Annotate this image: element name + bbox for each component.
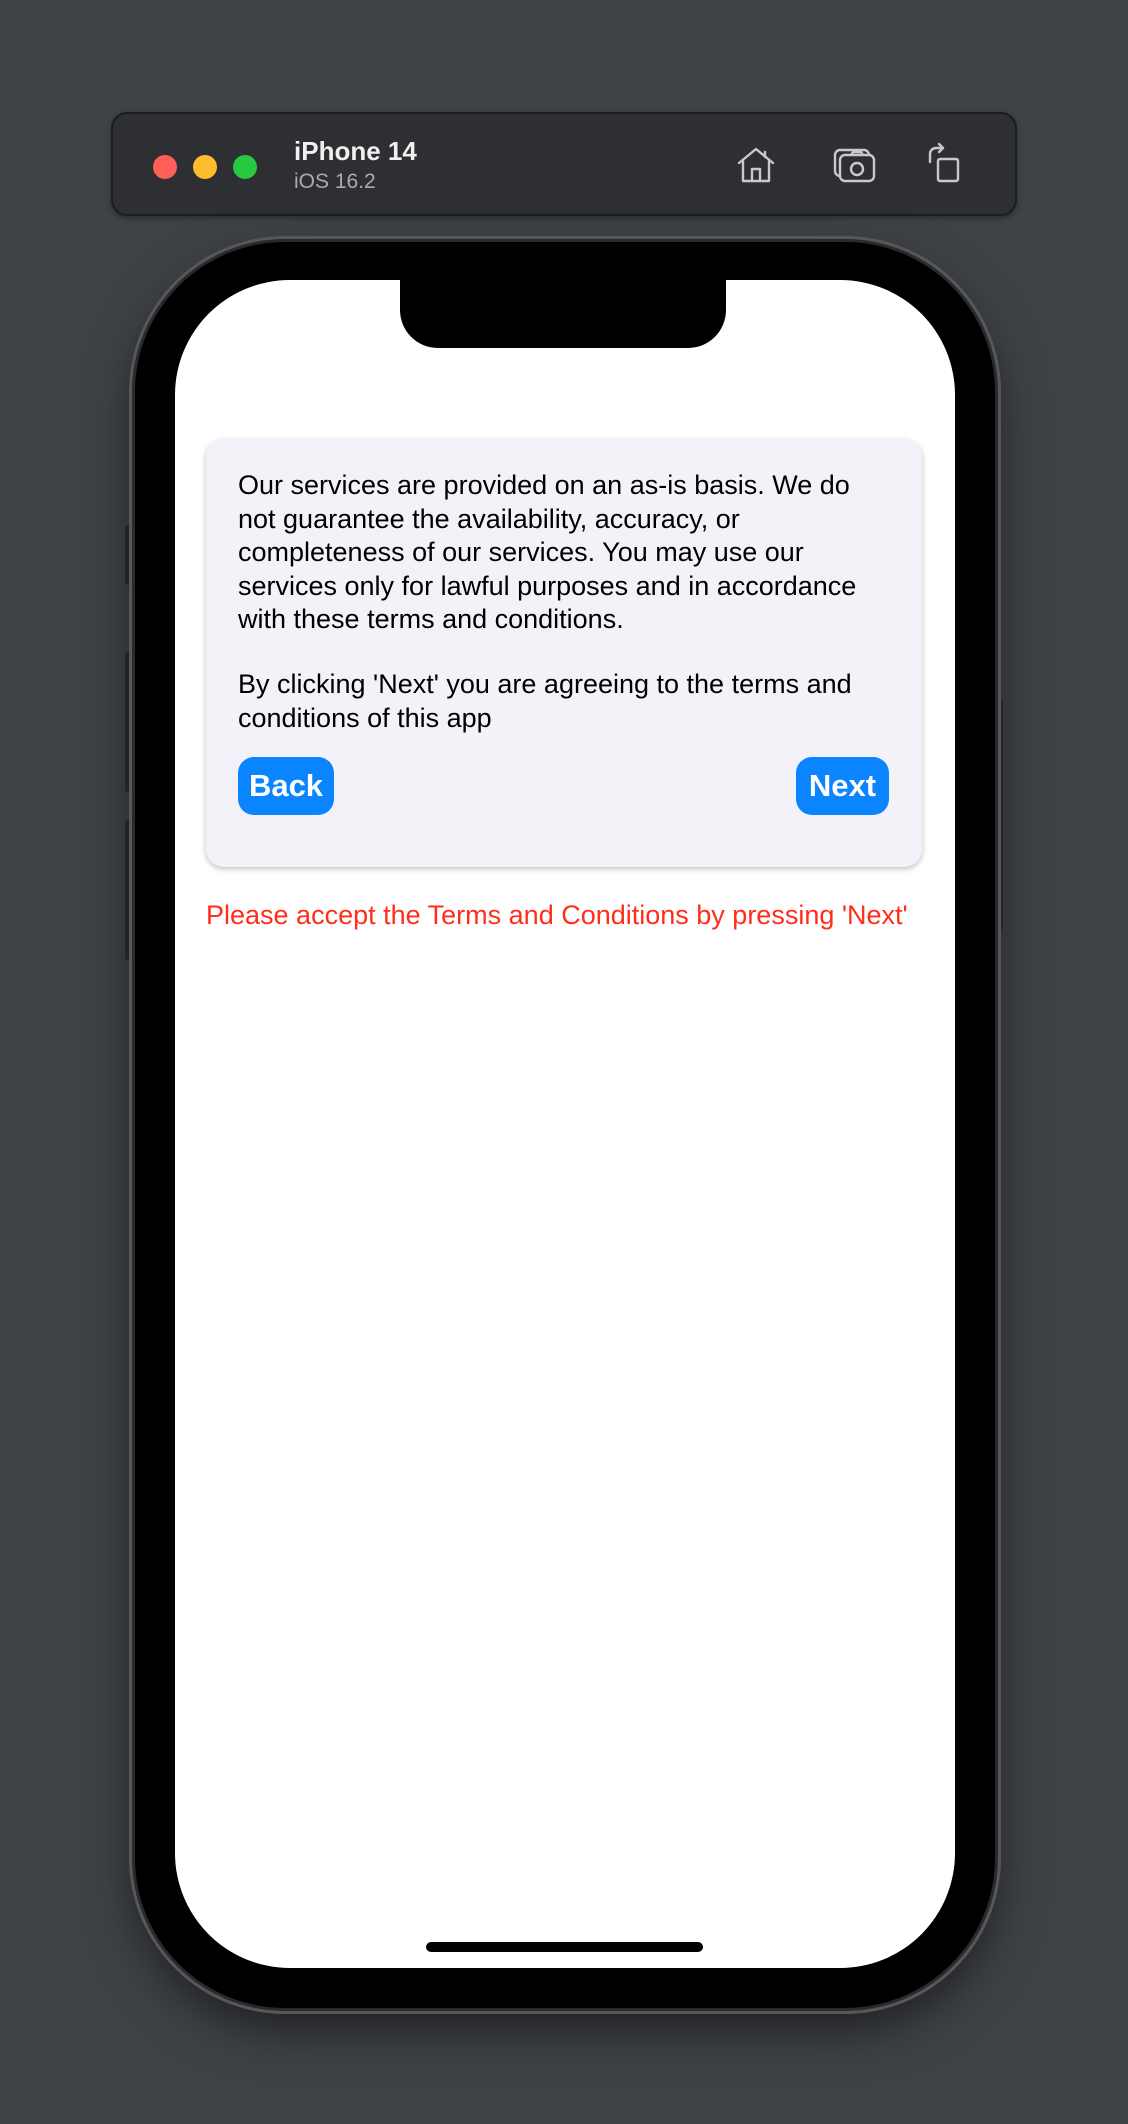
volume-up-button [125,652,133,792]
home-indicator[interactable] [426,1942,703,1952]
mute-switch [125,525,133,585]
terms-agreement-text: By clicking 'Next' you are agreeing to t… [238,669,852,733]
rotate-icon[interactable] [921,142,967,188]
next-button[interactable]: Next [796,757,889,815]
terms-body-text: Our services are provided on an as-is ba… [238,470,857,634]
terms-card: Our services are provided on an as-is ba… [206,439,922,867]
notch [400,270,726,348]
zoom-window-button[interactable] [233,155,257,179]
device-name: iPhone 14 [294,136,417,166]
power-button [995,700,1003,930]
close-window-button[interactable] [153,155,177,179]
minimize-window-button[interactable] [193,155,217,179]
volume-down-button [125,820,133,960]
screenshot-camera-icon[interactable] [831,142,877,188]
device-os-version: iOS 16.2 [294,170,376,193]
home-icon[interactable] [733,142,779,188]
simulator-toolbar: iPhone 14 iOS 16.2 [111,112,1017,216]
back-button[interactable]: Back [238,757,334,815]
terms-warning-message: Please accept the Terms and Conditions b… [206,900,908,930]
